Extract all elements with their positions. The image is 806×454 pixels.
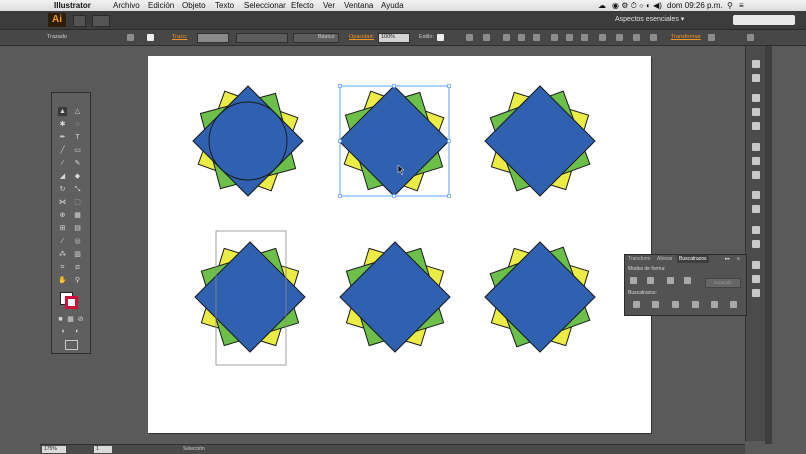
draw-mode-icon[interactable]: ◑	[58, 327, 67, 336]
artboards-panel-icon[interactable]	[752, 240, 760, 248]
tools-panel: ▲ △ ✱ ◌ ✒ T ╱ ▭ ∕ ✎ ◢ ◆ ↻ ⤡ ⋈ ⬚ ⊕ ▦ ⊞ ▤ …	[51, 92, 91, 354]
panel-dock	[745, 46, 766, 441]
tab-transform[interactable]: Transform	[626, 255, 653, 263]
align-panel-icon[interactable]	[752, 275, 760, 283]
selection-handle-4[interactable]	[338, 139, 342, 143]
gradient-mode-icon[interactable]: ▦	[66, 315, 75, 324]
shape-modes-label: Modos de forma:	[628, 266, 666, 272]
selection-handle-1[interactable]	[338, 84, 342, 88]
draw-behind-icon[interactable]: ◐	[73, 327, 82, 336]
selection-tool-icon[interactable]: ▲	[58, 107, 67, 116]
panel-menu-icon[interactable]: ≡	[737, 255, 740, 263]
rectangle-tool-icon[interactable]: ▭	[73, 146, 82, 155]
blue-square-2[interactable]	[338, 85, 450, 197]
rotate-tool-icon[interactable]: ↻	[58, 185, 67, 194]
blend-tool-icon[interactable]: ◎	[73, 237, 82, 246]
exclude-button[interactable]	[684, 277, 691, 284]
mesh-tool-icon[interactable]: ⊞	[58, 224, 67, 233]
eraser-tool-icon[interactable]: ◆	[73, 172, 82, 181]
pathfinder-panel-icon[interactable]	[752, 289, 760, 297]
blue-square-5[interactable]	[339, 241, 451, 353]
selection-handle-6[interactable]	[338, 194, 342, 198]
symbol-sprayer-tool-icon[interactable]: ⁂	[58, 250, 67, 259]
tab-buscatrazos[interactable]: Buscatrazos	[677, 255, 709, 263]
type-tool-icon[interactable]: T	[73, 133, 82, 142]
panel-collapse-icon[interactable]: ▸▸	[725, 255, 730, 263]
brushes-panel-icon[interactable]	[752, 108, 760, 116]
zoom-tool-icon[interactable]: ⚲	[73, 276, 82, 285]
expand-button[interactable]: Expandir	[705, 278, 741, 288]
line-tool-icon[interactable]: ╱	[58, 146, 67, 155]
outline-button[interactable]	[711, 301, 718, 308]
graphic-styles-panel-icon[interactable]	[752, 205, 760, 213]
transparency-panel-icon[interactable]	[752, 171, 760, 179]
blue-square-6[interactable]	[484, 241, 596, 353]
artwork-layer[interactable]	[0, 0, 806, 453]
zoom-field[interactable]: 175%	[42, 446, 66, 453]
minus-back-button[interactable]	[730, 301, 737, 308]
eyedropper-tool-icon[interactable]: ⁄	[58, 237, 67, 246]
blob-brush-tool-icon[interactable]: ◢	[58, 172, 67, 181]
paintbrush-tool-icon[interactable]: ∕	[58, 159, 67, 168]
appearance-panel-icon[interactable]	[752, 191, 760, 199]
lasso-tool-icon[interactable]: ◌	[73, 120, 82, 129]
hand-tool-icon[interactable]: ✋	[58, 276, 67, 285]
intersect-button[interactable]	[667, 277, 674, 284]
selection-handle-2[interactable]	[392, 84, 396, 88]
slice-tool-icon[interactable]: ⧄	[73, 263, 82, 272]
pathfinders-label: Buscatrazos:	[628, 290, 657, 296]
pen-tool-icon[interactable]: ✒	[58, 133, 67, 142]
merge-button[interactable]	[672, 301, 679, 308]
magic-wand-tool-icon[interactable]: ✱	[58, 120, 67, 129]
vertical-scrollbar[interactable]	[765, 46, 772, 444]
minus-front-button[interactable]	[647, 277, 654, 284]
blue-square-3[interactable]	[484, 85, 596, 197]
stroke-color-icon[interactable]	[65, 296, 78, 309]
crop-button[interactable]	[692, 301, 699, 308]
screen-mode-icon[interactable]	[65, 340, 78, 350]
blue-square-4[interactable]	[194, 241, 306, 353]
divide-button[interactable]	[633, 301, 640, 308]
selection-handle-5[interactable]	[447, 139, 451, 143]
scale-tool-icon[interactable]: ⤡	[73, 185, 82, 194]
tab-alinear[interactable]: Alinear	[655, 255, 675, 263]
pathfinder-panel: Transform Alinear Buscatrazos ▸▸ ≡ Modos…	[624, 254, 747, 316]
gradient-panel-icon[interactable]	[752, 157, 760, 165]
color-panel-icon[interactable]	[752, 60, 760, 68]
unite-button[interactable]	[630, 277, 637, 284]
artboard-number-field[interactable]: 1	[94, 446, 112, 453]
selection-handle-7[interactable]	[392, 194, 396, 198]
selection-handle-3[interactable]	[447, 84, 451, 88]
swatches-panel-icon[interactable]	[752, 94, 760, 102]
selection-handle-8[interactable]	[447, 194, 451, 198]
free-transform-tool-icon[interactable]: ⬚	[73, 198, 82, 207]
gradient-tool-icon[interactable]: ▤	[73, 224, 82, 233]
trim-button[interactable]	[652, 301, 659, 308]
pencil-tool-icon[interactable]: ✎	[73, 159, 82, 168]
graph-tool-icon[interactable]: ▥	[73, 250, 82, 259]
direct-selection-tool-icon[interactable]: △	[73, 107, 82, 116]
perspective-grid-tool-icon[interactable]: ▦	[73, 211, 82, 220]
none-mode-icon[interactable]: ⊘	[76, 315, 85, 324]
width-tool-icon[interactable]: ⋈	[58, 198, 67, 207]
color-guide-icon[interactable]	[752, 74, 760, 82]
color-mode-icon[interactable]: ■	[56, 315, 65, 324]
shape-builder-tool-icon[interactable]: ⊕	[58, 211, 67, 220]
artboard-tool-icon[interactable]: ⌗	[58, 263, 67, 272]
transform-panel-icon[interactable]	[752, 261, 760, 269]
layers-panel-icon[interactable]	[752, 226, 760, 234]
stroke-panel-icon[interactable]	[752, 143, 760, 151]
symbols-panel-icon[interactable]	[752, 122, 760, 130]
